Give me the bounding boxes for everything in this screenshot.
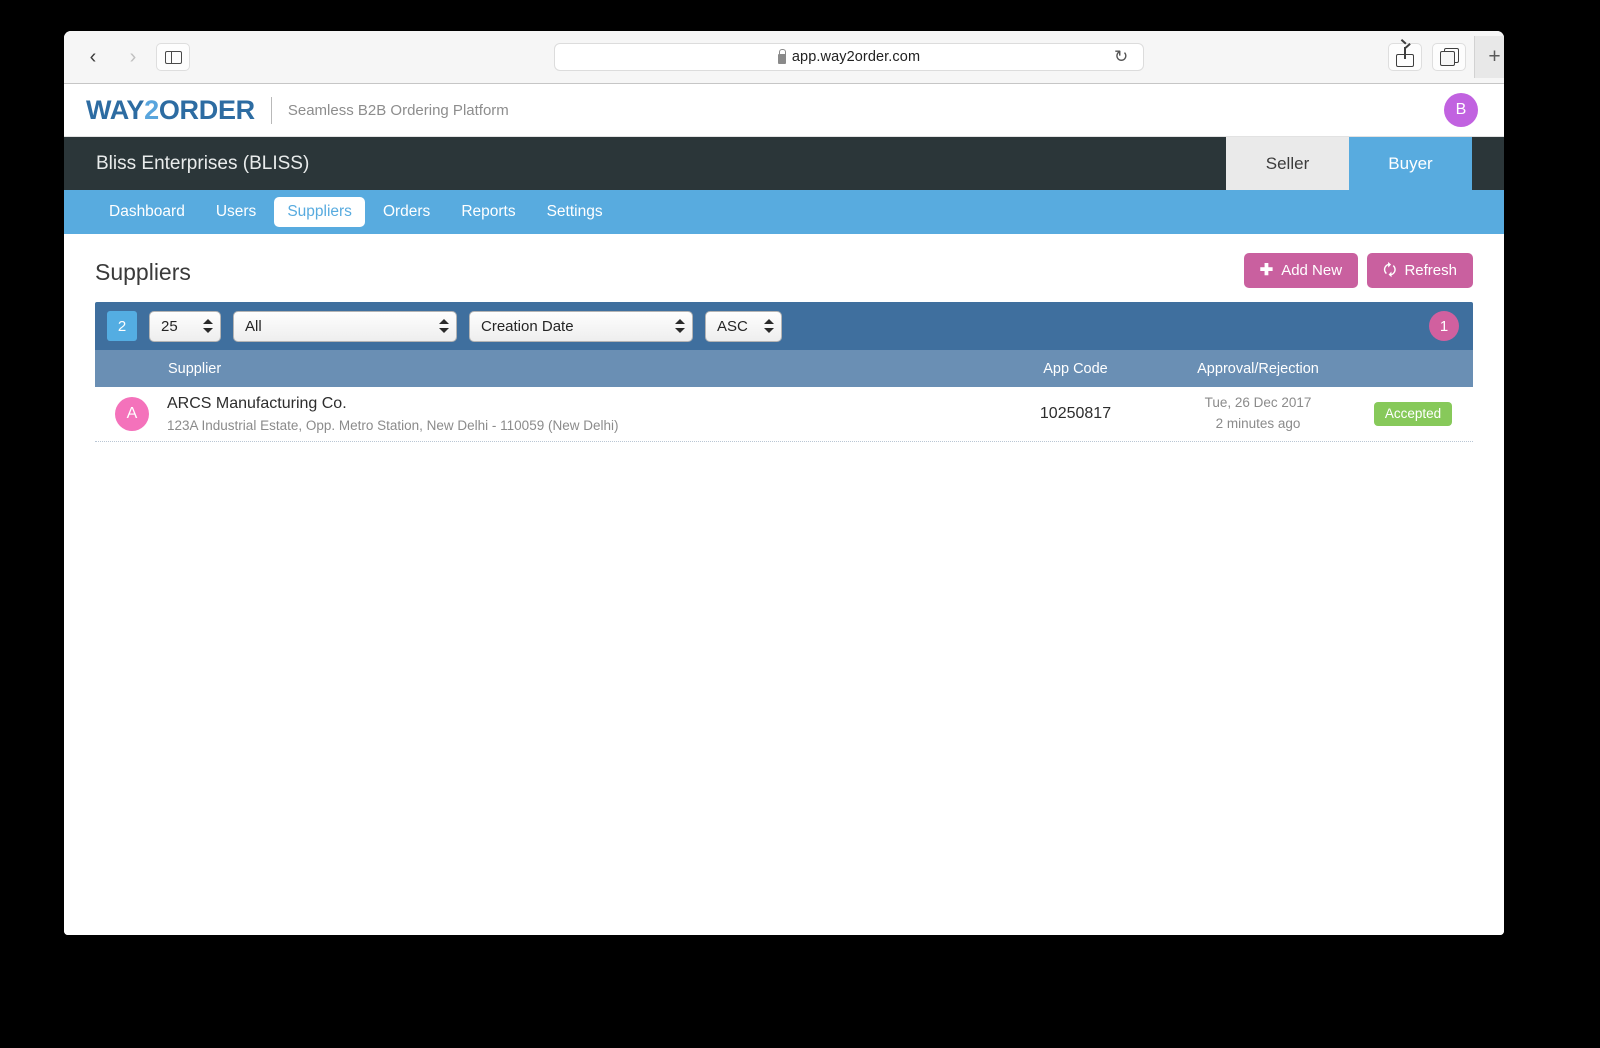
chevron-updown-icon [763,317,775,335]
column-header-approval[interactable]: Approval/Rejection [1163,361,1353,377]
column-header-supplier[interactable]: Supplier [95,361,988,377]
approval-date: Tue, 26 Dec 2017 [1204,395,1312,411]
logo-divider [270,96,272,124]
main-navigation: Dashboard Users Suppliers Orders Reports… [64,190,1504,234]
tab-seller[interactable]: Seller [1226,137,1349,190]
sidebar-toggle-button[interactable] [156,43,190,71]
sort-direction-select[interactable]: ASC [705,310,782,342]
chevron-updown-icon [202,317,214,335]
share-button[interactable] [1388,43,1422,71]
table-row[interactable]: A ARCS Manufacturing Co. 123A Industrial… [95,387,1473,442]
page-content: Suppliers ✚ Add New 🗘 Refresh 2 25 All C… [64,234,1504,935]
supplier-name[interactable]: ARCS Manufacturing Co. [167,392,618,416]
tab-seller-label: Seller [1265,153,1310,173]
user-avatar[interactable]: B [1444,93,1478,127]
plus-icon: ✚ [1259,261,1274,279]
status-filter-select[interactable]: All [233,310,457,342]
page-actions: ✚ Add New 🗘 Refresh [1243,253,1473,288]
nav-item-users[interactable]: Users [203,197,269,227]
column-header-app-code[interactable]: App Code [988,361,1163,377]
page-size-value: 25 [161,317,178,335]
status-cell: Accepted [1353,402,1473,426]
approval-cell: Tue, 26 Dec 2017 2 minutes ago [1163,393,1353,435]
organization-bar: Bliss Enterprises (BLISS) Seller Buyer [64,137,1504,190]
page-header: Suppliers ✚ Add New 🗘 Refresh [95,234,1473,302]
logo-accent: 2 [144,94,159,125]
browser-actions [1388,43,1466,71]
role-tabs: Seller Buyer [1226,137,1472,190]
plus-icon: + [1488,45,1501,68]
sidebar-icon [164,50,182,64]
browser-nav-group: ‹ › [76,43,190,71]
table-header: Supplier App Code Approval/Rejection [95,350,1473,387]
browser-window: ‹ › app.way2order.com ↻ + WAY2ORDER Seam… [64,31,1504,935]
chevron-right-icon: › [129,46,137,68]
app-code-cell: 10250817 [1039,405,1112,422]
refresh-button[interactable]: 🗘 Refresh [1367,253,1473,288]
lock-icon [777,48,787,64]
avatar-initial: B [1455,101,1467,118]
brand-bar: WAY2ORDER Seamless B2B Ordering Platform… [64,84,1504,137]
supplier-avatar: A [115,397,149,431]
supplier-info: ARCS Manufacturing Co. 123A Industrial E… [167,392,618,436]
app-logo[interactable]: WAY2ORDER [86,95,255,126]
tab-buyer-label: Buyer [1388,153,1433,173]
address-bar[interactable]: app.way2order.com [554,43,1144,71]
nav-item-dashboard[interactable]: Dashboard [96,197,198,227]
sort-field-select[interactable]: Creation Date [469,310,693,342]
sort-field-value: Creation Date [481,317,574,335]
chevron-updown-icon [674,317,686,335]
back-button[interactable]: ‹ [76,43,110,71]
refresh-icon: 🗘 [1383,262,1397,279]
sort-direction-value: ASC [717,317,748,335]
page-size-select[interactable]: 25 [149,310,221,342]
nav-item-suppliers[interactable]: Suppliers [274,197,365,227]
logo-prefix: WAY [86,94,145,125]
app-tagline: Seamless B2B Ordering Platform [287,101,509,119]
logo-suffix: ORDER [158,94,255,125]
chevron-updown-icon [438,317,450,335]
organization-name: Bliss Enterprises (BLISS) [96,152,310,174]
status-badge: Accepted [1373,402,1453,426]
share-icon [1396,47,1414,67]
page-title: Suppliers [95,258,191,285]
filter-count-badge: 2 [107,311,137,341]
new-tab-button[interactable]: + [1474,36,1504,78]
add-new-button[interactable]: ✚ Add New [1243,253,1359,288]
nav-item-settings[interactable]: Settings [534,197,616,227]
result-count-badge: 1 [1429,311,1459,341]
refresh-label: Refresh [1404,262,1457,279]
supplier-address: 123A Industrial Estate, Opp. Metro Stati… [167,417,619,433]
reload-button[interactable]: ↻ [1114,47,1128,67]
browser-toolbar: ‹ › app.way2order.com ↻ + [64,31,1504,84]
tabs-icon [1439,48,1459,66]
approval-relative-time: 2 minutes ago [1215,416,1301,431]
supplier-cell: A ARCS Manufacturing Co. 123A Industrial… [95,392,988,436]
url-text: app.way2order.com [791,49,921,65]
tab-buyer[interactable]: Buyer [1349,137,1472,190]
supplier-avatar-initial: A [126,405,138,422]
forward-button[interactable]: › [116,43,150,71]
reload-icon: ↻ [1114,47,1129,66]
status-filter-value: All [245,317,262,335]
add-new-label: Add New [1281,262,1343,279]
nav-item-reports[interactable]: Reports [448,197,528,227]
filter-toolbar: 2 25 All Creation Date ASC 1 [95,302,1473,350]
nav-item-orders[interactable]: Orders [370,197,443,227]
show-tabs-button[interactable] [1432,43,1466,71]
chevron-left-icon: ‹ [89,46,97,68]
